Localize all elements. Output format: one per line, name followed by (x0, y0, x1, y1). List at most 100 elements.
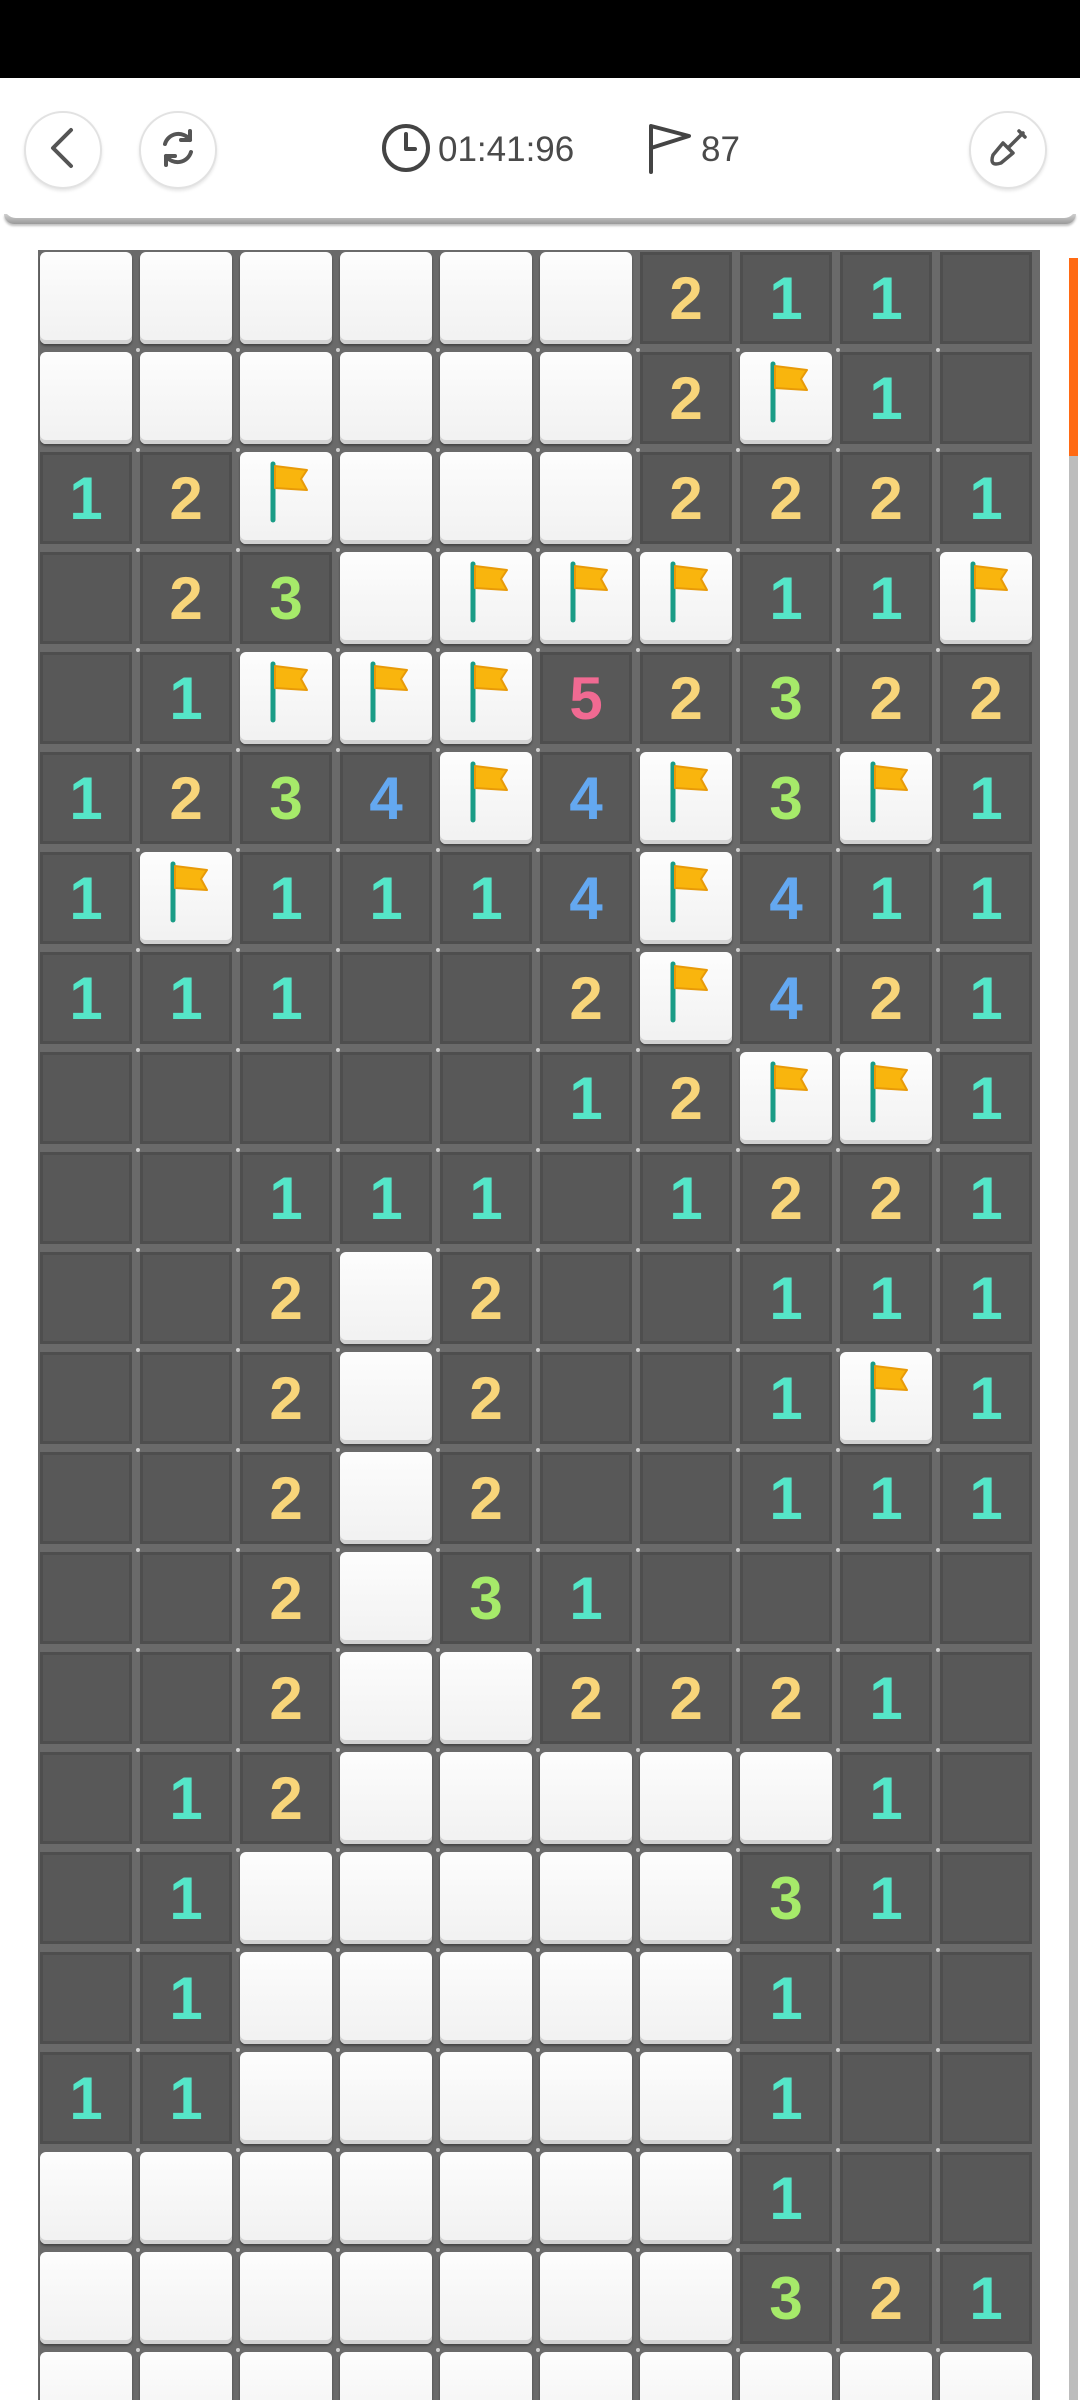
number-tile[interactable]: 1 (640, 1152, 732, 1244)
number-tile[interactable]: 1 (740, 252, 832, 344)
number-tile[interactable]: 2 (240, 1352, 332, 1444)
closed-tile[interactable] (440, 1952, 532, 2044)
closed-tile[interactable] (340, 452, 432, 544)
number-tile[interactable]: 1 (40, 752, 132, 844)
number-tile[interactable]: 1 (740, 1252, 832, 1344)
flagged-tile[interactable] (140, 852, 232, 944)
closed-tile[interactable] (640, 2252, 732, 2344)
closed-tile[interactable] (540, 1952, 632, 2044)
closed-tile[interactable] (340, 1452, 432, 1544)
closed-tile[interactable] (340, 1252, 432, 1344)
closed-tile[interactable] (140, 2252, 232, 2344)
closed-tile[interactable] (740, 2352, 832, 2400)
number-tile[interactable]: 2 (140, 452, 232, 544)
number-tile[interactable]: 4 (740, 952, 832, 1044)
restart-button[interactable] (139, 111, 217, 189)
closed-tile[interactable] (240, 1852, 332, 1944)
number-tile[interactable]: 2 (940, 652, 1032, 744)
number-tile[interactable]: 2 (640, 1052, 732, 1144)
number-tile[interactable]: 1 (440, 852, 532, 944)
number-tile[interactable]: 2 (640, 652, 732, 744)
flagged-tile[interactable] (740, 1052, 832, 1144)
flagged-tile[interactable] (640, 552, 732, 644)
number-tile[interactable]: 1 (340, 852, 432, 944)
number-tile[interactable]: 1 (740, 1452, 832, 1544)
closed-tile[interactable] (140, 2152, 232, 2244)
number-tile[interactable]: 1 (940, 1252, 1032, 1344)
number-tile[interactable]: 2 (840, 452, 932, 544)
number-tile[interactable]: 1 (940, 752, 1032, 844)
number-tile[interactable]: 2 (540, 1652, 632, 1744)
closed-tile[interactable] (140, 252, 232, 344)
closed-tile[interactable] (340, 1752, 432, 1844)
closed-tile[interactable] (540, 2352, 632, 2400)
closed-tile[interactable] (540, 252, 632, 344)
closed-tile[interactable] (440, 2252, 532, 2344)
number-tile[interactable]: 2 (840, 952, 932, 1044)
flagged-tile[interactable] (640, 852, 732, 944)
number-tile[interactable]: 3 (740, 652, 832, 744)
closed-tile[interactable] (340, 1552, 432, 1644)
closed-tile[interactable] (240, 2252, 332, 2344)
closed-tile[interactable] (440, 1652, 532, 1744)
flagged-tile[interactable] (440, 552, 532, 644)
closed-tile[interactable] (640, 1852, 732, 1944)
number-tile[interactable]: 1 (840, 1752, 932, 1844)
flagged-tile[interactable] (640, 752, 732, 844)
flagged-tile[interactable] (840, 1052, 932, 1144)
closed-tile[interactable] (40, 2252, 132, 2344)
number-tile[interactable]: 1 (140, 952, 232, 1044)
scrollbar-thumb[interactable] (1069, 258, 1078, 456)
number-tile[interactable]: 1 (840, 1652, 932, 1744)
closed-tile[interactable] (540, 1852, 632, 1944)
number-tile[interactable]: 1 (940, 1152, 1032, 1244)
closed-tile[interactable] (440, 2352, 532, 2400)
number-tile[interactable]: 3 (740, 2252, 832, 2344)
flagged-tile[interactable] (940, 552, 1032, 644)
flagged-tile[interactable] (840, 752, 932, 844)
closed-tile[interactable] (240, 2052, 332, 2144)
closed-tile[interactable] (240, 352, 332, 444)
flagged-tile[interactable] (240, 652, 332, 744)
closed-tile[interactable] (640, 1752, 732, 1844)
number-tile[interactable]: 2 (640, 452, 732, 544)
number-tile[interactable]: 1 (540, 1552, 632, 1644)
number-tile[interactable]: 1 (540, 1052, 632, 1144)
number-tile[interactable]: 1 (940, 852, 1032, 944)
number-tile[interactable]: 1 (40, 2052, 132, 2144)
number-tile[interactable]: 4 (340, 752, 432, 844)
scrollbar-track[interactable] (1069, 258, 1078, 2400)
closed-tile[interactable] (840, 2352, 932, 2400)
closed-tile[interactable] (140, 2352, 232, 2400)
number-tile[interactable]: 3 (740, 752, 832, 844)
closed-tile[interactable] (540, 1752, 632, 1844)
number-tile[interactable]: 2 (240, 1452, 332, 1544)
number-tile[interactable]: 1 (140, 1852, 232, 1944)
closed-tile[interactable] (40, 2152, 132, 2244)
closed-tile[interactable] (140, 352, 232, 444)
closed-tile[interactable] (540, 2152, 632, 2244)
number-tile[interactable]: 3 (440, 1552, 532, 1644)
number-tile[interactable]: 1 (940, 2252, 1032, 2344)
closed-tile[interactable] (240, 2352, 332, 2400)
number-tile[interactable]: 3 (240, 752, 332, 844)
flagged-tile[interactable] (540, 552, 632, 644)
number-tile[interactable]: 4 (540, 752, 632, 844)
number-tile[interactable]: 2 (540, 952, 632, 1044)
number-tile[interactable]: 1 (840, 852, 932, 944)
number-tile[interactable]: 2 (640, 352, 732, 444)
number-tile[interactable]: 2 (240, 1252, 332, 1344)
closed-tile[interactable] (440, 252, 532, 344)
number-tile[interactable]: 1 (940, 452, 1032, 544)
number-tile[interactable]: 1 (740, 1352, 832, 1444)
number-tile[interactable]: 1 (40, 952, 132, 1044)
number-tile[interactable]: 2 (440, 1252, 532, 1344)
number-tile[interactable]: 1 (240, 852, 332, 944)
flagged-tile[interactable] (840, 1352, 932, 1444)
number-tile[interactable]: 2 (640, 252, 732, 344)
closed-tile[interactable] (740, 1752, 832, 1844)
closed-tile[interactable] (240, 1952, 332, 2044)
dig-mode-button[interactable] (969, 111, 1047, 189)
flagged-tile[interactable] (640, 952, 732, 1044)
flagged-tile[interactable] (440, 652, 532, 744)
